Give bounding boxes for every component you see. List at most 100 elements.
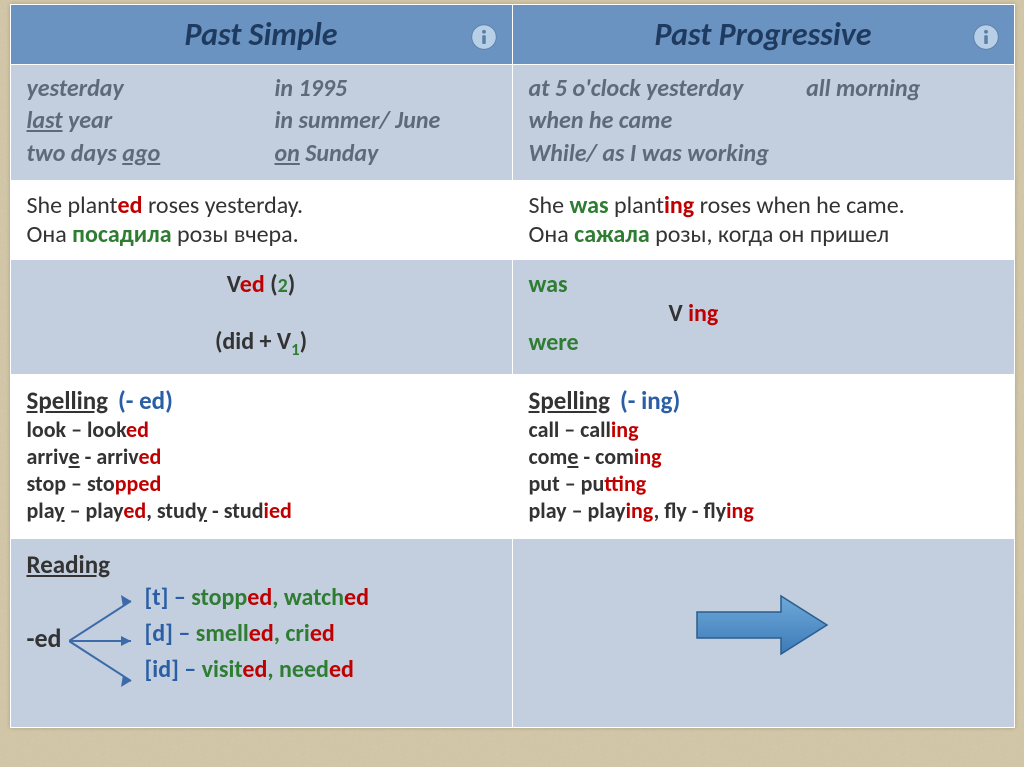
spelling-item: , fly - fly	[654, 497, 727, 524]
suffix-ing: ing	[626, 497, 654, 524]
info-icon[interactable]	[470, 21, 498, 49]
suffix-ed: ed	[269, 497, 292, 524]
example-text: She	[529, 191, 570, 220]
spelling-item: put – pu	[529, 470, 605, 497]
marker: year	[63, 106, 113, 135]
spelling-item: , stud	[146, 497, 196, 524]
spelling-item: – play	[65, 497, 124, 524]
marker: he came	[589, 106, 672, 135]
reading-word: , watch	[272, 583, 344, 612]
sound-id: [id] –	[145, 655, 202, 684]
suffix-ed: ed	[126, 416, 149, 443]
suffix-ed: ed	[249, 619, 274, 648]
reading-word: , need	[267, 655, 329, 684]
spelling-suffix: (- ing)	[620, 385, 680, 416]
comparison-table: Past Simple Past Progressive yesterday in…	[10, 4, 1015, 728]
header-past-simple: Past Simple	[10, 5, 512, 65]
spelling-title: Spelling	[529, 385, 611, 416]
next-arrow-icon[interactable]	[693, 590, 833, 667]
markers-progressive: at 5 o'clock yesterday all morning when …	[512, 65, 1014, 181]
sound-t: [t] –	[145, 583, 192, 612]
formula-text: (	[265, 270, 278, 299]
marker: when	[529, 106, 589, 135]
reading-cell: Reading -ed [t] – stopped, watched [d] –…	[10, 538, 512, 727]
row-example: She planted roses yesterday. Она посадил…	[10, 181, 1014, 260]
suffix-ed: ed	[242, 655, 267, 684]
formula-simple: Ved (2) (did + V1)	[10, 260, 512, 375]
spelling-item: call – call	[529, 416, 611, 443]
example-progressive: She was planting roses when he came. Она…	[512, 181, 1014, 260]
example-text: розы вчера.	[172, 220, 299, 249]
example-text: розы, когда он пришел	[650, 220, 889, 249]
example-text: roses when he came.	[694, 191, 905, 220]
header-row: Past Simple Past Progressive	[10, 5, 1014, 65]
example-text: She plant	[27, 191, 118, 220]
header-past-progressive: Past Progressive	[512, 5, 1014, 65]
spelling-simple: Spelling (- ed) look – looked arrive - a…	[10, 374, 512, 538]
suffix-ing: ing	[688, 299, 718, 328]
spelling-item: e	[69, 443, 80, 470]
spelling-item: y	[54, 497, 64, 524]
spelling-item: pla	[27, 497, 55, 524]
marker: Sunday	[300, 139, 379, 168]
marker: I was working	[630, 139, 769, 168]
spelling-item: y	[197, 497, 207, 524]
suffix-ed: ed	[138, 470, 161, 497]
suffix-ing: ing	[726, 497, 754, 524]
formula-text: )	[300, 327, 307, 356]
suffix-ed: ed	[247, 583, 272, 612]
reading-ed-label: -ed	[27, 622, 62, 654]
marker: last	[27, 106, 63, 135]
formula-progressive: was V ing were	[512, 260, 1014, 375]
spelling-item: play – play	[529, 497, 626, 524]
row-formula: Ved (2) (did + V1) was V ing were	[10, 260, 1014, 375]
aux-was: was	[570, 191, 609, 220]
aux-were: were	[529, 328, 579, 357]
row-reading: Reading -ed [t] – stopped, watched [d] –…	[10, 538, 1014, 727]
double-letter: tt	[604, 470, 624, 497]
reading-word: , cri	[274, 619, 310, 648]
spelling-item: - com	[578, 443, 634, 470]
markers-simple: yesterday in 1995 last year in summer/ Jun…	[10, 65, 512, 181]
example-text: plant	[609, 191, 664, 220]
suffix-ing: ing	[634, 443, 662, 470]
formula-2: 2	[278, 274, 288, 298]
spelling-item: arriv	[27, 443, 69, 470]
marker: two days	[27, 139, 123, 168]
suffix-ed: ed	[138, 443, 161, 470]
suffix-ing: ing	[624, 470, 646, 497]
double-letter: pp	[115, 470, 139, 497]
example-text: Она	[27, 220, 73, 249]
marker: all morning	[806, 74, 920, 103]
marker: in summer/ June	[275, 106, 441, 135]
formula-text: )	[288, 270, 295, 299]
suffix-ed: ed	[310, 619, 335, 648]
slide: Past Simple Past Progressive yesterday in…	[10, 4, 1015, 728]
next-slide-cell	[512, 538, 1014, 727]
row-time-markers: yesterday in 1995 last year in summer/ Jun…	[10, 65, 1014, 181]
reading-word: visit	[202, 655, 243, 684]
formula-text: V	[227, 270, 240, 299]
example-verb: посадила	[72, 220, 171, 249]
reading-word: smell	[196, 619, 249, 648]
sound-d: [d] –	[145, 619, 196, 648]
info-icon[interactable]	[972, 21, 1000, 49]
header-title-simple: Past Simple	[185, 15, 338, 54]
spelling-suffix: (- ed)	[118, 385, 173, 416]
marker: yesterday	[27, 74, 124, 103]
spelling-item: com	[529, 443, 568, 470]
formula-1: 1	[291, 339, 300, 360]
marker: in 1995	[275, 74, 348, 103]
suffix-ed: ed	[118, 191, 143, 220]
formula-ed: ed	[240, 270, 265, 299]
marker: While/ as	[529, 139, 630, 168]
formula-v: V	[669, 299, 689, 328]
aux-was: was	[529, 270, 568, 299]
suffix-ing: ing	[664, 191, 694, 220]
spelling-progressive: Spelling (- ing) call – calling come - c…	[512, 374, 1014, 538]
marker: on	[275, 139, 300, 168]
spelling-item: look – look	[27, 416, 127, 443]
spelling-item: stop – sto	[27, 470, 115, 497]
example-text: roses yesterday.	[143, 191, 304, 220]
suffix-ed: ed	[344, 583, 369, 612]
